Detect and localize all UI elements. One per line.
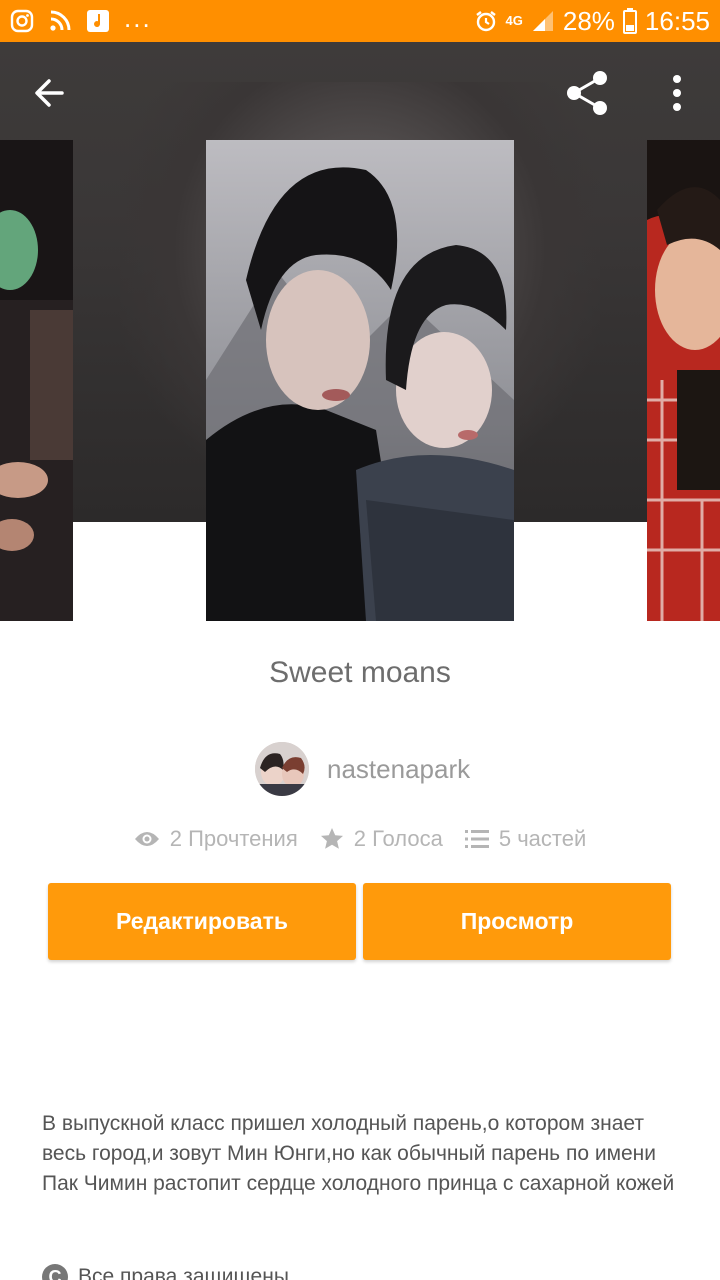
reads-count: 2 Прочтения — [169, 826, 298, 851]
avatar[interactable] — [255, 742, 309, 796]
copyright-icon: C — [42, 1264, 68, 1280]
signal-icon — [532, 11, 553, 31]
rss-icon — [50, 10, 71, 31]
votes-stat: 2 Голоса — [320, 826, 443, 852]
network-type: 4G — [505, 13, 523, 28]
story-title: Sweet moans — [269, 656, 451, 689]
battery-icon — [622, 8, 637, 34]
list-icon — [464, 830, 489, 848]
instagram-icon — [10, 9, 34, 33]
copyright-row: C Все права защищены — [42, 1264, 289, 1280]
cover-previous[interactable] — [0, 140, 73, 621]
more-vertical-icon[interactable] — [660, 66, 694, 120]
share-icon[interactable] — [560, 66, 614, 120]
author-row[interactable]: nastenapark — [255, 742, 470, 796]
story-cover[interactable] — [206, 140, 514, 621]
star-icon — [320, 828, 343, 849]
clock: 16:55 — [644, 5, 710, 36]
status-bar: ... 4G 28% 16:55 — [0, 0, 720, 42]
parts-stat: 5 частей — [464, 826, 587, 852]
story-stats: 2 Прочтения 2 Голоса 5 частей — [0, 826, 720, 852]
reads-stat: 2 Прочтения — [134, 826, 298, 852]
copyright-text: Все права защищены — [78, 1265, 289, 1280]
edit-button[interactable]: Редактировать — [48, 883, 356, 960]
story-description: В выпускной класс пришел холодный парень… — [42, 1112, 675, 1195]
eye-icon — [134, 832, 159, 846]
music-icon — [87, 10, 109, 32]
view-button[interactable]: Просмотр — [363, 883, 671, 960]
alarm-icon — [475, 11, 496, 32]
toolbar — [0, 42, 720, 140]
cover-next[interactable] — [647, 140, 720, 621]
arrow-left-icon[interactable] — [22, 66, 76, 120]
battery-percent: 28% — [562, 5, 615, 36]
more-notifications: ... — [124, 2, 152, 33]
author-name[interactable]: nastenapark — [327, 754, 470, 785]
votes-count: 2 Голоса — [353, 826, 443, 851]
parts-count: 5 частей — [498, 826, 587, 851]
